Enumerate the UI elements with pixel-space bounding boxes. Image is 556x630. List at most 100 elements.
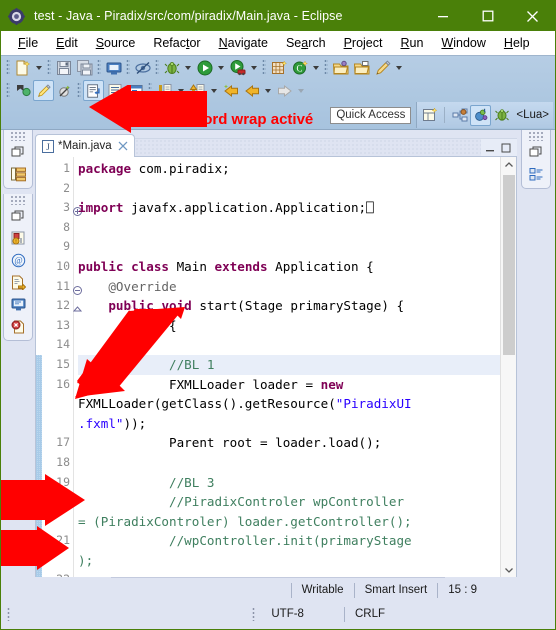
- right-stack-1: [521, 130, 551, 189]
- editor-vertical-scrollbar[interactable]: [500, 157, 516, 578]
- run-icon[interactable]: [194, 57, 215, 78]
- close-icon[interactable]: [118, 141, 128, 151]
- code-token: @Override: [108, 278, 177, 294]
- left-stack-1: [3, 130, 33, 189]
- toolbar-grip[interactable]: [126, 59, 130, 76]
- close-button[interactable]: [510, 1, 555, 31]
- restore-icon[interactable]: [6, 205, 30, 227]
- left-stack-2: ! @: [3, 194, 33, 341]
- open-task-icon[interactable]: [351, 57, 372, 78]
- code-token: Application {: [267, 258, 374, 274]
- toolbar-grip[interactable]: [155, 59, 159, 76]
- line-number: 2: [63, 180, 70, 195]
- toolbar-grip[interactable]: [324, 59, 328, 76]
- svg-text:!: !: [15, 238, 16, 243]
- toolbar-grip[interactable]: [262, 59, 266, 76]
- menu-edit[interactable]: Edit: [47, 36, 87, 50]
- new-java-class-icon[interactable]: C: [289, 57, 310, 78]
- back-dropdown[interactable]: [262, 80, 274, 101]
- code-line: //wpController.init(primaryStage: [78, 531, 500, 551]
- debug-perspective-icon[interactable]: [491, 105, 512, 126]
- new-java-class-dropdown[interactable]: [310, 57, 322, 78]
- search-icon[interactable]: [12, 80, 33, 101]
- line-number: 10: [56, 258, 70, 273]
- toolbar-grip[interactable]: [6, 59, 10, 76]
- code-token: Parent root = loader.load();: [78, 435, 382, 451]
- skip-breakpoints-icon[interactable]: [54, 80, 75, 101]
- new-wizard-dropdown[interactable]: [33, 57, 45, 78]
- back-history-icon[interactable]: [220, 80, 241, 101]
- menu-navigate[interactable]: Navigate: [210, 36, 277, 50]
- line-number: [42, 394, 73, 414]
- debug-dropdown[interactable]: [182, 57, 194, 78]
- save-all-icon[interactable]: [74, 57, 95, 78]
- run-dropdown[interactable]: [215, 57, 227, 78]
- outline-icon[interactable]: [524, 163, 548, 185]
- minimize-button[interactable]: [420, 1, 465, 31]
- menu-run[interactable]: Run: [391, 36, 432, 50]
- code-token: ));: [123, 415, 147, 431]
- debug-icon[interactable]: [161, 57, 182, 78]
- toggle-mark-occurrences-icon[interactable]: [132, 57, 153, 78]
- minimize-icon[interactable]: [483, 141, 497, 155]
- stack-grip[interactable]: [10, 196, 26, 205]
- toolbar-grip[interactable]: [97, 59, 101, 76]
- java-perspective-icon[interactable]: [449, 105, 470, 126]
- stack-grip[interactable]: [10, 132, 26, 141]
- code-line: Parent root = loader.load();: [78, 433, 500, 453]
- toolbar-grip[interactable]: [47, 59, 51, 76]
- quick-access-input[interactable]: Quick Access: [330, 106, 412, 124]
- menu-help[interactable]: Help: [495, 36, 539, 50]
- declaration-icon[interactable]: [6, 271, 30, 293]
- error-log-icon[interactable]: [6, 315, 30, 337]
- edit-icon[interactable]: [372, 57, 393, 78]
- save-icon[interactable]: [53, 57, 74, 78]
- code-line: );: [78, 551, 500, 571]
- line-number: 13: [56, 317, 70, 332]
- run-external-dropdown[interactable]: [248, 57, 260, 78]
- code-token: //wpController.init(primaryStage: [169, 533, 412, 549]
- console-icon[interactable]: [6, 293, 30, 315]
- back-arrow-icon[interactable]: [241, 80, 262, 101]
- line-number: 15: [56, 356, 70, 371]
- status-grip[interactable]: [7, 607, 10, 621]
- menu-search[interactable]: Search: [277, 36, 335, 50]
- open-perspective-icon[interactable]: [419, 105, 440, 126]
- code-token: extends: [214, 258, 268, 274]
- maximize-icon[interactable]: [499, 141, 513, 155]
- javadoc-icon[interactable]: @: [6, 249, 30, 271]
- previous-annotation-dropdown[interactable]: [208, 80, 220, 101]
- menu-refactor[interactable]: Refactor: [144, 36, 209, 50]
- maximize-button[interactable]: [465, 1, 510, 31]
- chevron-down-icon[interactable]: [501, 562, 517, 578]
- menu-project[interactable]: Project: [335, 36, 392, 50]
- run-external-tools-icon[interactable]: [227, 57, 248, 78]
- chevron-up-icon[interactable]: [501, 157, 517, 173]
- menu-file[interactable]: File: [9, 36, 47, 50]
- restore-icon[interactable]: [6, 141, 30, 163]
- edit-dropdown[interactable]: [393, 57, 405, 78]
- scrollbar-thumb[interactable]: [503, 175, 515, 355]
- forward-dropdown[interactable]: [295, 80, 307, 101]
- status-grip[interactable]: [252, 607, 256, 621]
- pencil-highlight-icon[interactable]: [33, 80, 54, 101]
- new-java-package-icon[interactable]: [268, 57, 289, 78]
- forward-arrow-icon[interactable]: [274, 80, 295, 101]
- menu-source[interactable]: Source: [87, 36, 145, 50]
- problems-icon[interactable]: !: [6, 227, 30, 249]
- open-type-icon[interactable]: [330, 57, 351, 78]
- menu-window[interactable]: Window: [432, 36, 494, 50]
- stack-grip[interactable]: [528, 132, 544, 141]
- toolbar-grip[interactable]: [6, 82, 10, 99]
- new-wizard-icon[interactable]: [12, 57, 33, 78]
- package-explorer-icon[interactable]: [6, 163, 30, 185]
- line-number: 9: [63, 239, 70, 254]
- print-icon[interactable]: [103, 57, 124, 78]
- line-number: 11: [42, 277, 82, 297]
- lua-perspective-icon[interactable]: [470, 104, 492, 126]
- status-row-1: Writable Smart Insert 15 : 9: [1, 578, 555, 602]
- editor-tab-main-java[interactable]: J *Main.java: [35, 134, 135, 157]
- restore-icon[interactable]: [524, 141, 548, 163]
